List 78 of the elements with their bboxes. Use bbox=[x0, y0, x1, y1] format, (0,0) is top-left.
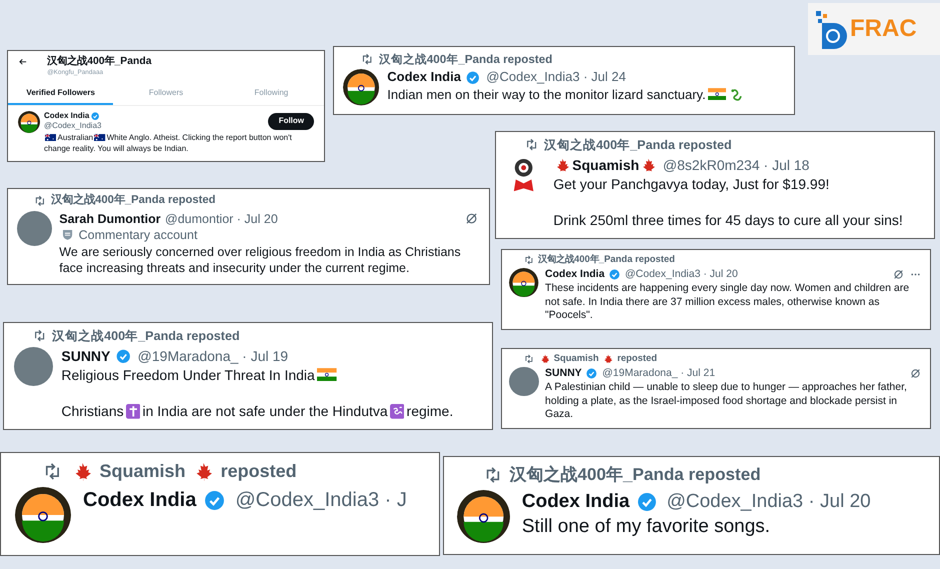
maple-leaf-icon bbox=[555, 158, 570, 172]
handle-date: @Codex_India3 · Jul 20 bbox=[666, 490, 871, 514]
tweet-text: change reality. You will always be Indian. bbox=[44, 144, 188, 153]
author-name: Codex India bbox=[522, 490, 630, 514]
author-name: Codex India bbox=[545, 268, 605, 282]
grok-icon[interactable] bbox=[465, 212, 478, 226]
repost-icon bbox=[524, 254, 534, 265]
tweet-text: 汉匈之战400年_Panda reposted bbox=[544, 136, 732, 154]
follow-button[interactable]: Follow bbox=[268, 112, 314, 130]
author-name: Codex India bbox=[83, 488, 196, 514]
avatar-photo-placeholder bbox=[14, 347, 53, 386]
tab[interactable]: Verified Followers bbox=[8, 83, 114, 106]
handle-date: @Codex_India3 · Jul 24 bbox=[486, 69, 626, 86]
handle-date: @Codex_India3 · Jul 20 bbox=[624, 268, 738, 282]
tweet-text: regime. bbox=[406, 403, 454, 420]
maple-leaf-icon bbox=[540, 354, 550, 364]
tweet-text: A Palestinian child — unable to sleep due to hunger — approaches her father, holding a plate, as the Israel-imposed food shortage and blockade persist in Gaza. bbox=[545, 381, 907, 420]
grok-icon[interactable] bbox=[893, 269, 904, 280]
repost-icon bbox=[525, 138, 539, 152]
tweet-text: Christians bbox=[61, 403, 124, 420]
avatar-emblem-icon bbox=[457, 490, 510, 543]
repost-icon bbox=[33, 329, 47, 343]
avatar-emblem-icon bbox=[343, 69, 380, 106]
tweet-text: in India are not safe under the Hindutva bbox=[142, 403, 388, 420]
flag-icon bbox=[94, 134, 106, 142]
avatar-emblem-icon bbox=[15, 487, 71, 544]
tweet-text: Get your Panchgavya today, Just for $19.99! bbox=[553, 176, 830, 192]
tweet-text: Drink 250ml three times for 45 days to cure all your sins! bbox=[553, 212, 903, 228]
author-name: SUNNY bbox=[545, 367, 582, 381]
tweet-text: We are seriously concerned over religious freedom in India as Christians face increasing threats and insecurity under the current regime. bbox=[59, 244, 461, 275]
handle-date: @8s2kR0m234 · Jul 18 bbox=[662, 156, 810, 174]
handle-date: @19Maradona_ · Jul 21 bbox=[602, 367, 716, 381]
handle-date: @19Maradona_ · Jul 19 bbox=[138, 347, 288, 366]
author-name: Codex India bbox=[387, 69, 461, 86]
tweet-text: reposted bbox=[220, 460, 297, 483]
repost-icon bbox=[34, 194, 46, 207]
tweet-text: 汉匈之战400年_Panda reposted bbox=[378, 52, 552, 67]
tweet-text: Australian bbox=[58, 133, 94, 142]
tweet-text: 汉匈之战400年_Panda reposted bbox=[509, 464, 761, 486]
flag-icon bbox=[708, 88, 726, 100]
tweet-text: Indian men on their way to the monitor lizard sanctuary. bbox=[387, 86, 706, 102]
avatar-emblem-icon bbox=[509, 268, 539, 298]
logo-icon bbox=[814, 9, 848, 49]
user-handle: @Codex_India3 bbox=[44, 121, 102, 130]
shield-icon bbox=[61, 228, 74, 242]
flag-icon bbox=[316, 368, 336, 382]
cross-icon bbox=[126, 404, 140, 419]
lizard-icon bbox=[730, 88, 744, 102]
avatar-photo-placeholder bbox=[509, 367, 539, 396]
flag-icon bbox=[45, 134, 56, 142]
avatar-emblem-icon bbox=[18, 111, 40, 134]
logo-text: FRAC bbox=[850, 15, 917, 43]
tweet-text: reposted bbox=[617, 352, 658, 365]
maple-leaf-icon bbox=[641, 158, 656, 172]
tweet-text: Religious Freedom Under Threat In India bbox=[61, 366, 315, 383]
avatar-photo-placeholder bbox=[16, 210, 52, 246]
author-name: SUNNY bbox=[61, 347, 110, 366]
tweet-text: Squamish bbox=[554, 352, 599, 365]
tweet-text: 汉匈之战400年_Panda reposted bbox=[538, 254, 675, 266]
grok-icon[interactable] bbox=[910, 368, 922, 380]
repost-icon bbox=[361, 53, 374, 66]
tweet-text: 汉匈之战400年_Panda reposted bbox=[51, 193, 216, 208]
profile-name: 汉匈之战400年_Panda bbox=[47, 55, 152, 69]
handle-date: @Codex_India3 · J bbox=[235, 488, 407, 514]
author-name: Squamish bbox=[572, 156, 640, 174]
tweet-text: These incidents are happening every single day now. Women and children are not safe. In India there are 37 million excess males, otherwise known as "Poocels". bbox=[545, 282, 910, 322]
tweet-text: Still one of my favorite songs. bbox=[522, 516, 770, 538]
author-name: Sarah Dumontior bbox=[59, 210, 161, 227]
handle-date: @dumontior · Jul 20 bbox=[165, 210, 278, 227]
tweet-text: 汉匈之战400年_Panda reposted bbox=[52, 328, 240, 344]
account-label: Commentary account bbox=[78, 226, 198, 243]
tweet-text: White Anglo. Atheist. Clicking the report button won't bbox=[106, 133, 292, 142]
maple-leaf-icon bbox=[603, 354, 613, 364]
back-arrow-icon[interactable] bbox=[18, 57, 28, 67]
om-symbol-icon bbox=[390, 404, 404, 419]
repost-icon bbox=[524, 354, 534, 364]
user-name: Codex India bbox=[44, 111, 90, 122]
tweet-text: Squamish bbox=[100, 460, 186, 483]
